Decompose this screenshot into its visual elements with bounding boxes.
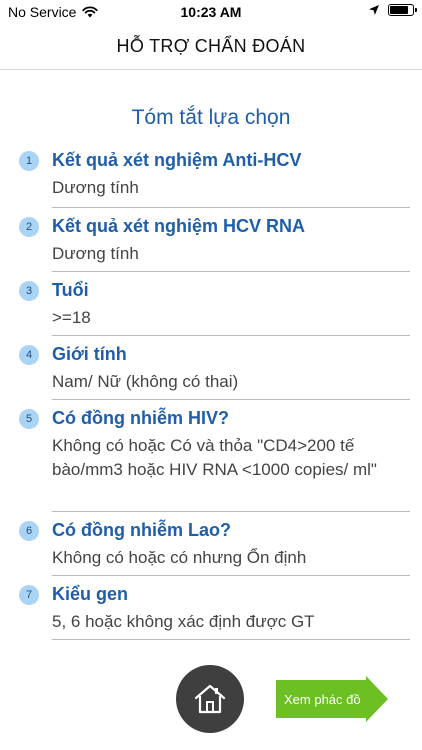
summary-item-hcv-rna: 2 Kết quả xét nghiệm HCV RNA Dương tính	[0, 208, 422, 272]
page-title: HỖ TRỢ CHẨN ĐOÁN	[116, 36, 306, 56]
home-button[interactable]	[176, 665, 244, 733]
item-number-badge: 4	[19, 345, 39, 365]
item-label: Kết quả xét nghiệm HCV RNA	[52, 216, 306, 236]
item-label: Kết quả xét nghiệm Anti-HCV	[52, 150, 302, 170]
summary-item-age: 3 Tuổi >=18	[0, 272, 422, 336]
summary-item-hiv: 5 Có đồng nhiễm HIV? Không có hoặc Có và…	[0, 400, 422, 512]
view-regimen-button[interactable]: Xem phác đồ	[276, 676, 388, 722]
item-number-badge: 2	[19, 217, 39, 237]
item-number-badge: 3	[19, 281, 39, 301]
clock: 10:23 AM	[180, 4, 242, 20]
item-value: Dương tính	[52, 178, 139, 197]
summary-item-genotype: 7 Kiểu gen 5, 6 hoặc không xác định được…	[0, 576, 422, 640]
location-arrow-icon	[369, 5, 379, 15]
item-label: Giới tính	[52, 344, 127, 364]
battery-fill	[390, 6, 409, 14]
summary-title: Tóm tắt lựa chọn	[131, 106, 291, 129]
item-value: Không có hoặc Có và thỏa "CD4>200 tế bào…	[52, 436, 377, 479]
item-value: >=18	[52, 308, 91, 327]
item-value: Dương tính	[52, 244, 139, 263]
item-number-badge: 1	[19, 151, 39, 171]
item-label: Có đồng nhiễm HIV?	[52, 408, 229, 428]
item-value: 5, 6 hoặc không xác định được GT	[52, 612, 315, 631]
battery-icon	[388, 4, 417, 16]
item-label: Có đồng nhiễm Lao?	[52, 520, 231, 540]
summary-item-anti-hcv: 1 Kết quả xét nghiệm Anti-HCV Dương tính	[0, 142, 422, 208]
item-value: Nam/ Nữ (không có thai)	[52, 372, 239, 391]
status-bar: No Service 10:23 AM	[0, 0, 422, 24]
home-icon	[194, 684, 226, 714]
item-label: Tuổi	[52, 280, 89, 300]
item-number-badge: 7	[19, 585, 39, 605]
summary-item-gender: 4 Giới tính Nam/ Nữ (không có thai)	[0, 336, 422, 400]
item-label: Kiểu gen	[52, 584, 129, 604]
item-divider	[52, 639, 410, 640]
view-regimen-label: Xem phác đồ	[284, 691, 361, 707]
summary-item-tb: 6 Có đồng nhiễm Lao? Không có hoặc có nh…	[0, 512, 422, 576]
item-number-badge: 5	[19, 409, 39, 429]
item-value: Không có hoặc có nhưng Ổn định	[52, 548, 307, 567]
summary-list: 1 Kết quả xét nghiệm Anti-HCV Dương tính…	[0, 142, 422, 640]
item-number-badge: 6	[19, 521, 39, 541]
nav-bar: HỖ TRỢ CHẨN ĐOÁN	[0, 24, 422, 70]
status-right	[368, 4, 417, 16]
